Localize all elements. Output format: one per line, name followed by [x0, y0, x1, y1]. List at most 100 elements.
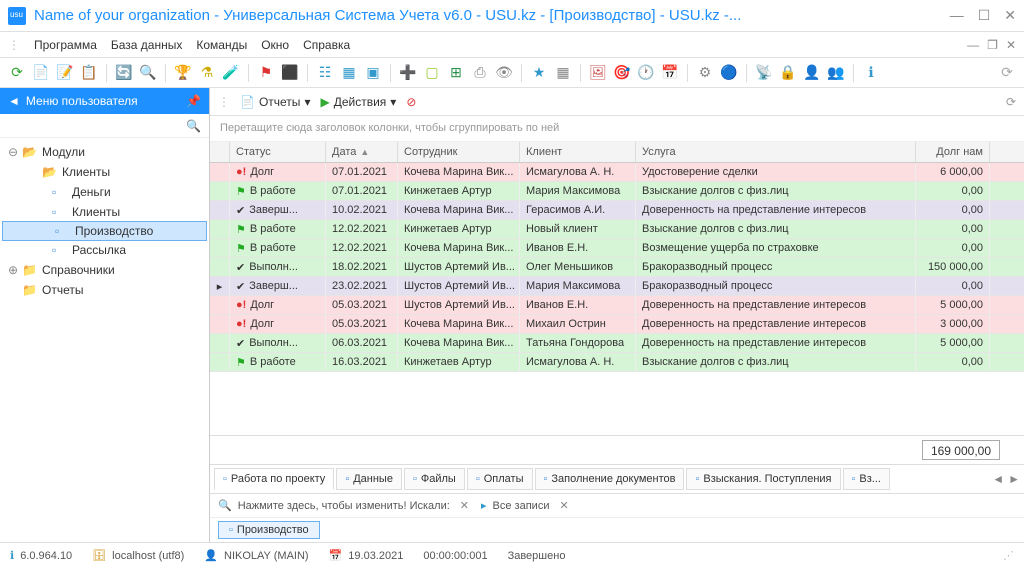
tree-node-money[interactable]: ▫Деньги: [0, 182, 209, 202]
tree-node-clients[interactable]: 📂Клиенты: [0, 162, 209, 182]
col-service[interactable]: Услуга: [636, 142, 916, 162]
tab-next-icon[interactable]: ►: [1008, 472, 1020, 486]
tree-node-clients2[interactable]: ▫Клиенты: [0, 202, 209, 222]
col-date[interactable]: Дата▲: [326, 142, 398, 162]
tool-icon[interactable]: 🖼: [589, 64, 607, 82]
tool-icon[interactable]: 🏆: [174, 64, 192, 82]
tool-icon[interactable]: 📄: [32, 64, 50, 82]
gear-icon[interactable]: ⚙: [696, 64, 714, 82]
users-icon[interactable]: 👥: [827, 64, 845, 82]
tool-icon[interactable]: 🎯: [613, 64, 631, 82]
star-icon[interactable]: ★: [530, 64, 548, 82]
detail-tab[interactable]: ▫Заполнение документов: [535, 468, 685, 490]
detail-tab[interactable]: ▫Файлы: [404, 468, 465, 490]
col-employee[interactable]: Сотрудник: [398, 142, 520, 162]
detail-tab[interactable]: ▫Данные: [336, 468, 402, 490]
data-grid[interactable]: Статус Дата▲ Сотрудник Клиент Услуга Дол…: [210, 142, 1024, 436]
excel-icon[interactable]: ⊞: [447, 64, 465, 82]
tool-icon[interactable]: ⟳: [8, 64, 26, 82]
tool-icon[interactable]: 📋: [80, 64, 98, 82]
grid-header: Статус Дата▲ Сотрудник Клиент Услуга Дол…: [210, 142, 1024, 163]
tool-icon[interactable]: ⬛: [281, 64, 299, 82]
table-row[interactable]: ⚑В работе12.02.2021Кинжетаев АртурНовый …: [210, 220, 1024, 239]
tree-node-ref[interactable]: ⊕📁Справочники: [0, 260, 209, 280]
tool-icon[interactable]: 👁: [495, 64, 513, 82]
refresh-icon[interactable]: ⟳: [1006, 95, 1016, 109]
filter-bar[interactable]: 🔍 Нажмите здесь, чтобы изменить! Искали:…: [210, 494, 1024, 518]
col-status[interactable]: Статус: [230, 142, 326, 162]
menu-database[interactable]: База данных: [111, 38, 182, 52]
group-hint[interactable]: Перетащите сюда заголовок колонки, чтобы…: [210, 116, 1024, 142]
table-row[interactable]: ●!Долг05.03.2021Шустов Артемий Ив...Иван…: [210, 296, 1024, 315]
detail-tab[interactable]: ▫Работа по проекту: [214, 468, 334, 490]
tool-icon[interactable]: ▦: [340, 64, 358, 82]
user-icon[interactable]: 👤: [803, 64, 821, 82]
sidebar-search[interactable]: 🔍: [0, 114, 209, 138]
maximize-icon[interactable]: ☐: [978, 7, 991, 24]
tree-node-production[interactable]: ▫Производство: [2, 221, 207, 241]
status-icon: ●!: [236, 299, 246, 311]
menu-commands[interactable]: Команды: [196, 38, 247, 52]
clock-icon[interactable]: 🕐: [637, 64, 655, 82]
window-tab-production[interactable]: ▫Производство: [218, 521, 320, 539]
tool-icon[interactable]: ⚗: [198, 64, 216, 82]
tool-icon[interactable]: 🧪: [222, 64, 240, 82]
chevron-left-icon[interactable]: ◄: [8, 94, 20, 108]
tool-icon[interactable]: ☷: [316, 64, 334, 82]
tool-icon[interactable]: ▣: [364, 64, 382, 82]
flag-icon[interactable]: ⚑: [257, 64, 275, 82]
mdi-minimize-icon[interactable]: —: [967, 38, 979, 52]
tool-icon[interactable]: 🔄: [115, 64, 133, 82]
mdi-restore-icon[interactable]: ❐: [987, 38, 998, 52]
col-client[interactable]: Клиент: [520, 142, 636, 162]
separator: [165, 64, 166, 82]
table-row[interactable]: ✔Заверш...10.02.2021Кочева Марина Вик...…: [210, 201, 1024, 220]
table-row[interactable]: ⚑В работе07.01.2021Кинжетаев АртурМария …: [210, 182, 1024, 201]
delete-button[interactable]: ⊘: [406, 95, 416, 109]
tool-icon[interactable]: ⎙: [471, 64, 489, 82]
menu-help[interactable]: Справка: [303, 38, 350, 52]
info-icon[interactable]: ℹ: [862, 64, 880, 82]
search-icon[interactable]: 🔍: [139, 64, 157, 82]
menu-program[interactable]: Программа: [34, 38, 97, 52]
refresh-icon[interactable]: ⟳: [998, 64, 1016, 82]
resize-grip-icon[interactable]: ⋰: [1003, 549, 1014, 562]
tool-icon[interactable]: ▦: [554, 64, 572, 82]
table-row[interactable]: ✔Выполн...06.03.2021Кочева Марина Вик...…: [210, 334, 1024, 353]
detail-tab[interactable]: ▫Вз...: [843, 468, 890, 490]
detail-tab[interactable]: ▫Взыскания. Поступления: [686, 468, 840, 490]
reports-button[interactable]: 📄Отчеты▾: [240, 95, 310, 109]
tree-node-modules[interactable]: ⊖📂Модули: [0, 142, 209, 162]
tool-icon[interactable]: 🔵: [720, 64, 738, 82]
status-icon: ⚑: [236, 223, 246, 236]
status-version: 6.0.964.10: [20, 550, 72, 562]
actions-button[interactable]: ▶Действия▾: [320, 95, 396, 109]
calendar-icon[interactable]: 📅: [661, 64, 679, 82]
close-icon[interactable]: ✕: [1004, 7, 1016, 24]
tool-icon[interactable]: ▢: [423, 64, 441, 82]
rss-icon[interactable]: 📡: [755, 64, 773, 82]
tool-icon[interactable]: ➕: [399, 64, 417, 82]
filter-all[interactable]: Все записи: [493, 500, 550, 512]
clear-icon[interactable]: ✕: [460, 499, 469, 512]
table-row[interactable]: ⚑В работе16.03.2021Кинжетаев АртурИсмагу…: [210, 353, 1024, 372]
mdi-close-icon[interactable]: ✕: [1006, 38, 1016, 52]
col-indicator[interactable]: [210, 142, 230, 162]
tool-icon[interactable]: 📝: [56, 64, 74, 82]
table-row[interactable]: ●!Долг05.03.2021Кочева Марина Вик...Миха…: [210, 315, 1024, 334]
menu-window[interactable]: Окно: [261, 38, 289, 52]
clear-icon[interactable]: ✕: [559, 499, 568, 512]
tab-prev-icon[interactable]: ◄: [992, 472, 1004, 486]
tree-node-reports[interactable]: 📁Отчеты: [0, 280, 209, 300]
table-row[interactable]: ⚑В работе12.02.2021Кочева Марина Вик...И…: [210, 239, 1024, 258]
table-row[interactable]: ▸✔Заверш...23.02.2021Шустов Артемий Ив..…: [210, 277, 1024, 296]
summary-row: 169 000,00: [210, 436, 1024, 464]
table-row[interactable]: ✔Выполн...18.02.2021Шустов Артемий Ив...…: [210, 258, 1024, 277]
col-debt[interactable]: Долг нам: [916, 142, 990, 162]
tree-node-mail[interactable]: ▫Рассылка: [0, 240, 209, 260]
detail-tab[interactable]: ▫Оплаты: [467, 468, 533, 490]
minimize-icon[interactable]: —: [950, 7, 964, 24]
lock-icon[interactable]: 🔒: [779, 64, 797, 82]
table-row[interactable]: ●!Долг07.01.2021Кочева Марина Вик...Исма…: [210, 163, 1024, 182]
pin-icon[interactable]: 📌: [186, 94, 201, 108]
